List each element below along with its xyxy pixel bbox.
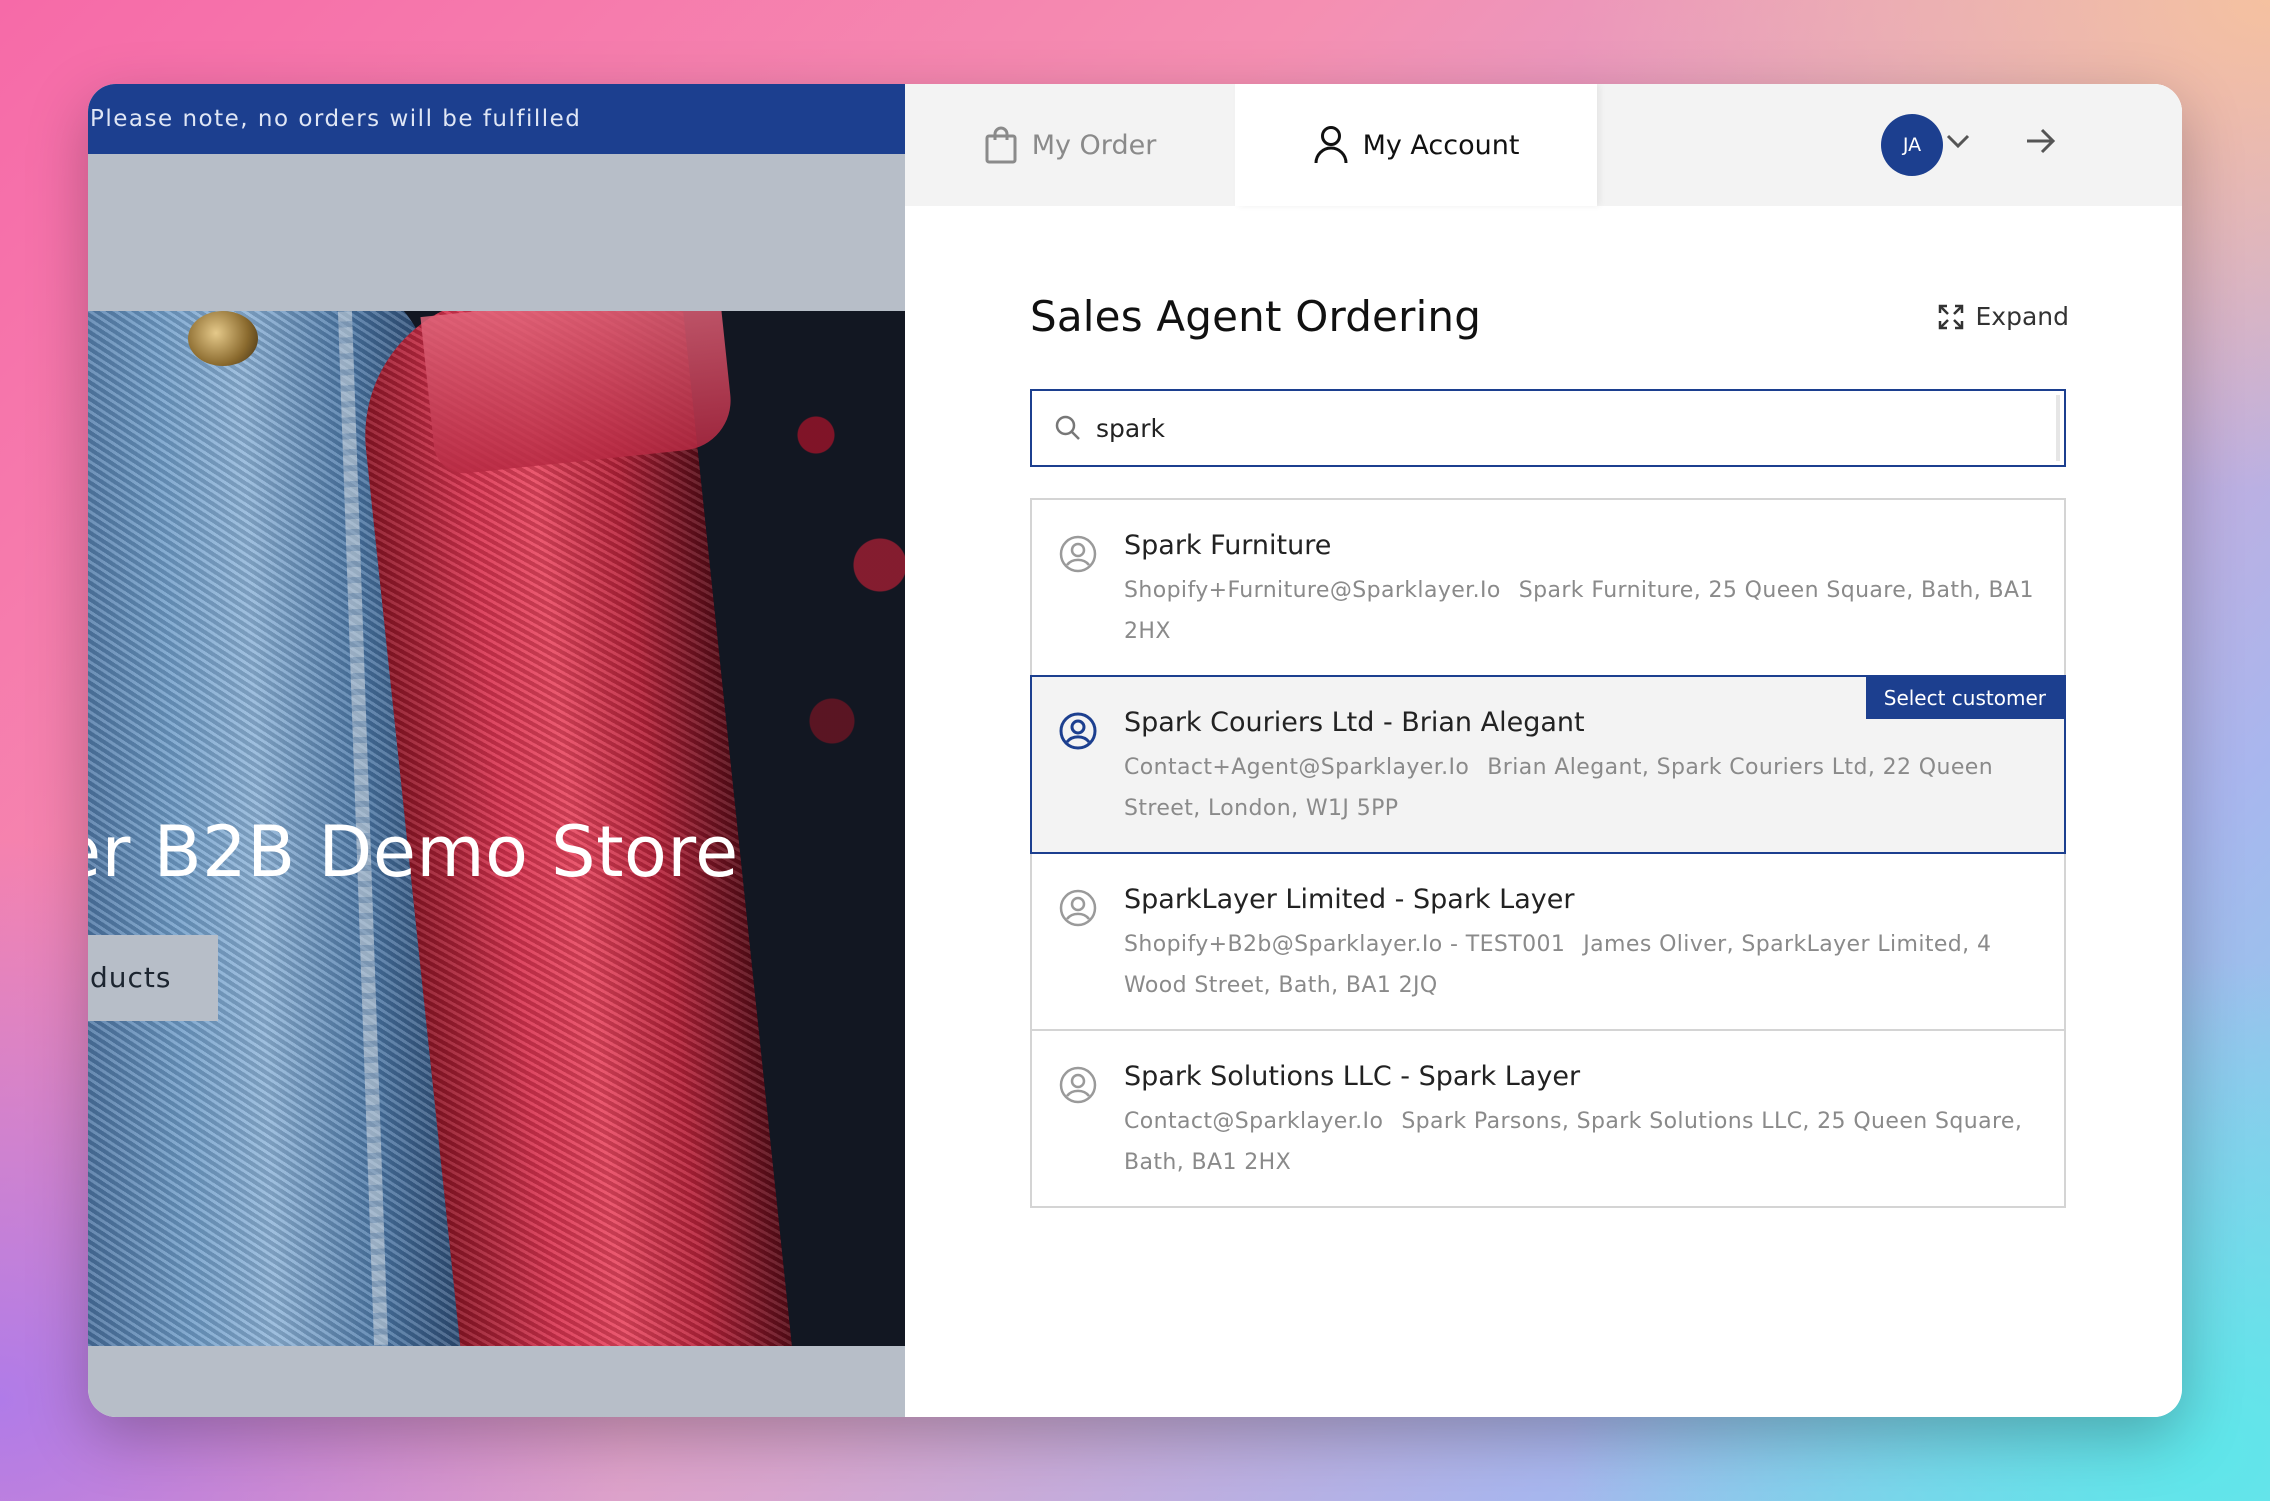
customer-result-spark-solutions[interactable]: Spark Solutions LLC - Spark Layer Contac… [1030, 1029, 2066, 1208]
customer-name: Spark Couriers Ltd - Brian Alegant [1124, 707, 1585, 738]
announcement-text: Please note, no orders will be fulfilled [90, 106, 582, 132]
panel-tab-bar: My Order My Account JA [905, 84, 2182, 206]
customer-email: Shopify+Furniture@Sparklayer.Io [1124, 578, 1501, 603]
select-customer-button[interactable]: Select customer [1865, 677, 2064, 719]
customer-search [1030, 389, 2066, 467]
customer-email: Shopify+B2b@Sparklayer.Io - TEST001 [1124, 932, 1566, 957]
customer-result-sparklayer-limited[interactable]: SparkLayer Limited - Spark Layer Shopify… [1030, 852, 2066, 1031]
tab-my-account[interactable]: My Account [1235, 84, 1597, 206]
hero-shop-button[interactable]: ducts [88, 935, 218, 1021]
storefront-preview: Please note, no orders will be fulfilled… [88, 84, 905, 1417]
user-initials: JA [1902, 134, 1922, 156]
tab-my-order[interactable]: My Order [905, 84, 1235, 206]
tab-my-order-label: My Order [1031, 129, 1157, 161]
chevron-down-icon[interactable] [1945, 132, 1971, 150]
user-circle-icon [1059, 889, 1097, 927]
sales-agent-panel: My Order My Account JA Sales Agent Order… [905, 84, 2182, 1417]
app-window: Please note, no orders will be fulfilled… [88, 84, 2182, 1417]
customer-name: Spark Solutions LLC - Spark Layer [1124, 1061, 1581, 1092]
user-avatar[interactable]: JA [1881, 114, 1943, 176]
customer-details: Shopify+Furniture@Sparklayer.Io Spark Fur… [1124, 570, 2034, 652]
user-circle-icon [1059, 535, 1097, 573]
hero-title: er B2B Demo Store [88, 811, 739, 893]
customer-details: Contact+Agent@Sparklayer.Io Brian Alegant… [1124, 747, 2034, 829]
hero-image-rivet [188, 311, 258, 366]
user-circle-icon [1059, 1066, 1097, 1104]
customer-name: Spark Furniture [1124, 530, 1332, 561]
expand-icon [1938, 304, 1963, 329]
hero-image-background [768, 331, 905, 851]
customer-result-spark-couriers[interactable]: Spark Couriers Ltd - Brian Alegant Conta… [1030, 675, 2066, 854]
customer-results-list: Spark Furniture Shopify+Furniture@Sparkl… [1030, 498, 2066, 1208]
search-input[interactable] [1096, 413, 2036, 443]
shopping-bag-icon [985, 126, 1017, 164]
customer-email: Contact+Agent@Sparklayer.Io [1124, 755, 1470, 780]
customer-details: Contact@Sparklayer.Io Spark Parsons, Spar… [1124, 1101, 2034, 1183]
announcement-bar: Please note, no orders will be fulfilled [88, 84, 905, 154]
customer-details: Shopify+B2b@Sparklayer.Io - TEST001 James… [1124, 924, 2034, 1006]
customer-email: Contact@Sparklayer.Io [1124, 1109, 1384, 1134]
customer-result-spark-furniture[interactable]: Spark Furniture Shopify+Furniture@Sparkl… [1030, 498, 2066, 677]
hero-banner: er B2B Demo Store ducts [88, 311, 905, 1346]
tab-my-account-label: My Account [1362, 129, 1520, 161]
customer-name: SparkLayer Limited - Spark Layer [1124, 884, 1575, 915]
expand-label: Expand [1975, 302, 2070, 331]
page-title: Sales Agent Ordering [1030, 292, 1482, 341]
expand-button[interactable]: Expand [1938, 302, 2070, 331]
search-input-edge [2056, 395, 2060, 461]
user-icon [1314, 126, 1348, 164]
arrow-right-icon[interactable] [2025, 126, 2057, 156]
search-icon [1054, 414, 1082, 442]
user-circle-icon [1059, 712, 1097, 750]
